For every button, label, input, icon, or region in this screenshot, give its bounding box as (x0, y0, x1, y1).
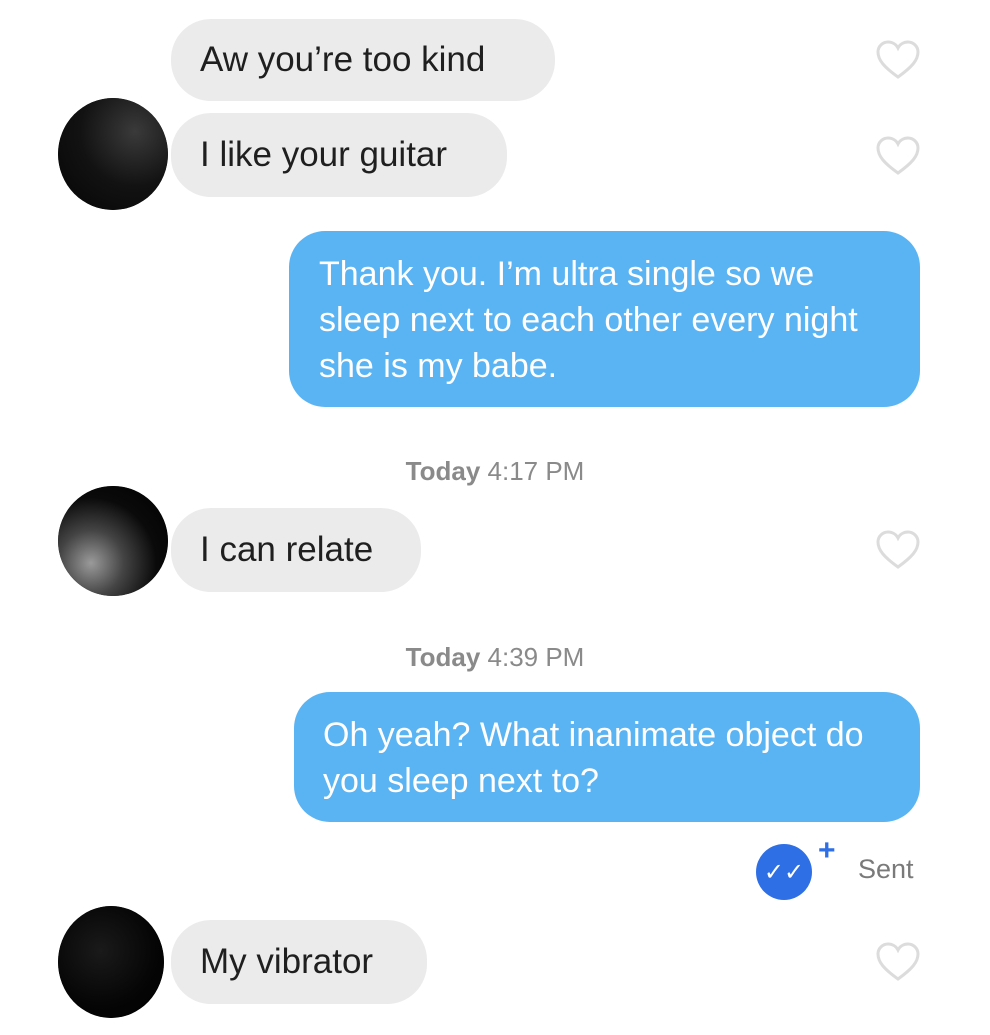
message-bubble-outgoing[interactable]: Oh yeah? What inanimate object do you sl… (294, 692, 920, 822)
message-bubble-incoming[interactable]: Aw you’re too kind (171, 19, 555, 101)
avatar[interactable] (58, 486, 168, 596)
message-bubble-incoming[interactable]: My vibrator (171, 920, 427, 1004)
message-bubble-outgoing[interactable]: Thank you. I’m ultra single so we sleep … (289, 231, 920, 407)
message-bubble-incoming[interactable]: I like your guitar (171, 113, 507, 197)
plus-icon[interactable]: + (818, 834, 836, 868)
message-text: Aw you’re too kind (200, 40, 486, 79)
heart-icon[interactable] (876, 136, 920, 176)
message-text: I can relate (200, 530, 374, 569)
read-receipt-icon[interactable]: ✓✓ (756, 844, 812, 900)
message-text: My vibrator (200, 942, 374, 981)
avatar[interactable] (58, 98, 168, 210)
timestamp-time: 4:39 PM (487, 642, 585, 672)
heart-icon[interactable] (876, 40, 920, 80)
message-text: Thank you. I’m ultra single so we sleep … (319, 255, 858, 385)
message-bubble-incoming[interactable]: I can relate (171, 508, 421, 592)
timestamp-day: Today (405, 456, 481, 486)
sent-label: Sent (858, 854, 914, 884)
message-text: I like your guitar (200, 135, 448, 174)
timestamp: Today 4:17 PM (0, 456, 990, 487)
timestamp-day: Today (405, 642, 481, 672)
message-status: ✓✓ + Sent (756, 834, 926, 900)
heart-icon[interactable] (876, 942, 920, 982)
timestamp: Today 4:39 PM (0, 642, 990, 673)
message-text: Oh yeah? What inanimate object do you sl… (323, 716, 864, 800)
avatar[interactable] (58, 906, 164, 1018)
timestamp-time: 4:17 PM (487, 456, 585, 486)
heart-icon[interactable] (876, 530, 920, 570)
